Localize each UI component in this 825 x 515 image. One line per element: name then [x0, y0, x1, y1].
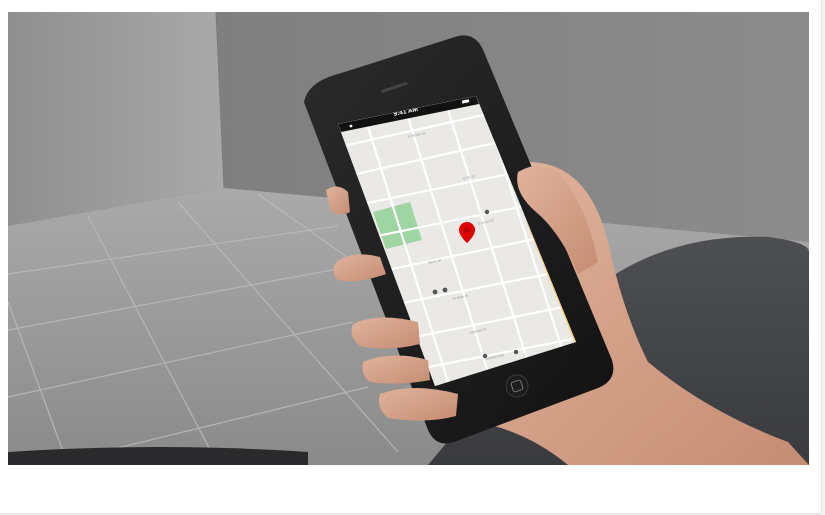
image-frame: S Benton St N Flo St Sarvis St W Main St… [0, 0, 822, 514]
photo-scene: S Benton St N Flo St Sarvis St W Main St… [8, 12, 809, 465]
wifi-icon [349, 124, 353, 128]
home-button-icon[interactable] [505, 374, 529, 398]
scene-illustration: S Benton St N Flo St Sarvis St W Main St… [8, 12, 809, 465]
